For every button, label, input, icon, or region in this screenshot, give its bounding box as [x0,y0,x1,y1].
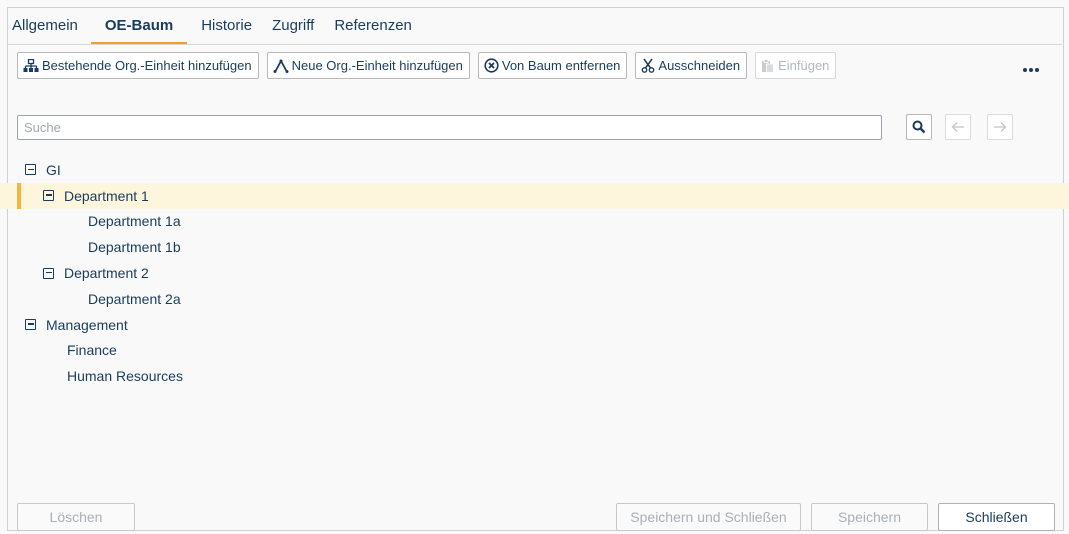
close-button[interactable]: Schließen [938,503,1055,531]
tree-node-label: Department 2a [88,290,181,307]
paste-label: Einfügen [778,58,830,73]
collapse-icon[interactable] [25,164,36,176]
tree-node-label: Department 1 [64,187,149,204]
cut-button[interactable]: Ausschneiden [635,52,748,79]
remove-circle-icon [484,58,499,73]
tab-divider [7,44,1062,45]
tree-node-label: Department 1a [88,213,181,230]
add-existing-org-unit-button[interactable]: Bestehende Org.-Einheit hinzufügen [17,52,259,79]
tree-node-department-2[interactable]: Department 2 [0,260,1069,286]
tab-oe-baum[interactable]: OE-Baum [90,13,188,45]
tree-node-gi[interactable]: GI [0,157,1069,183]
search-input[interactable] [17,115,882,140]
tab-historie[interactable]: Historie [201,13,252,45]
more-options-icon[interactable] [1023,60,1043,72]
tab-referenzen[interactable]: Referenzen [334,13,412,45]
collapse-icon[interactable] [43,190,54,202]
tree-node-label: Department 2 [64,265,149,282]
tree-node-label: Finance [67,342,117,359]
scissors-icon [642,58,655,73]
tab-zugriff[interactable]: Zugriff [272,13,314,45]
clipboard-icon [762,58,774,73]
search-button[interactable] [906,114,932,140]
arrow-left-icon [951,122,964,132]
tree-node-department-1a[interactable]: Department 1a [0,209,1069,235]
search-icon [912,120,926,134]
tree-node-department-1b[interactable]: Department 1b [0,234,1069,260]
arrow-right-icon [994,122,1007,132]
toolbar: Bestehende Org.-Einheit hinzufügen Neue … [17,52,844,79]
previous-result-button[interactable] [945,114,971,140]
tree-node-department-1[interactable]: Department 1 [0,182,1069,209]
cut-label: Ausschneiden [658,58,741,73]
tree-node-label: Human Resources [67,368,183,385]
add-new-org-unit-button[interactable]: Neue Org.-Einheit hinzufügen [266,52,470,79]
branch-icon [273,58,289,73]
next-result-button[interactable] [987,114,1013,140]
tree-node-department-2a[interactable]: Department 2a [0,286,1069,312]
tree-node-label: GI [46,161,61,178]
remove-label: Von Baum entfernen [501,58,621,73]
org-tree: GI Department 1 Department 1a Department… [0,157,1069,389]
tree-node-label: Management [46,316,128,333]
save-and-close-button[interactable]: Speichern und Schließen [616,503,801,531]
collapse-icon[interactable] [25,319,36,331]
tree-node-management[interactable]: Management [0,312,1069,338]
save-button[interactable]: Speichern [811,503,928,531]
paste-button[interactable]: Einfügen [755,52,837,79]
org-chart-icon [23,58,39,72]
add-new-label: Neue Org.-Einheit hinzufügen [291,58,463,73]
tab-bar: Allgemein OE-Baum Historie Zugriff Refer… [12,13,432,45]
delete-button[interactable]: Löschen [17,503,135,531]
add-existing-label: Bestehende Org.-Einheit hinzufügen [42,58,252,73]
remove-from-tree-button[interactable]: Von Baum entfernen [477,52,628,79]
tab-allgemein[interactable]: Allgemein [12,13,78,45]
tree-node-finance[interactable]: Finance [0,338,1069,364]
tree-node-human-resources[interactable]: Human Resources [0,363,1069,389]
collapse-icon[interactable] [43,267,54,279]
tree-node-label: Department 1b [88,239,181,256]
